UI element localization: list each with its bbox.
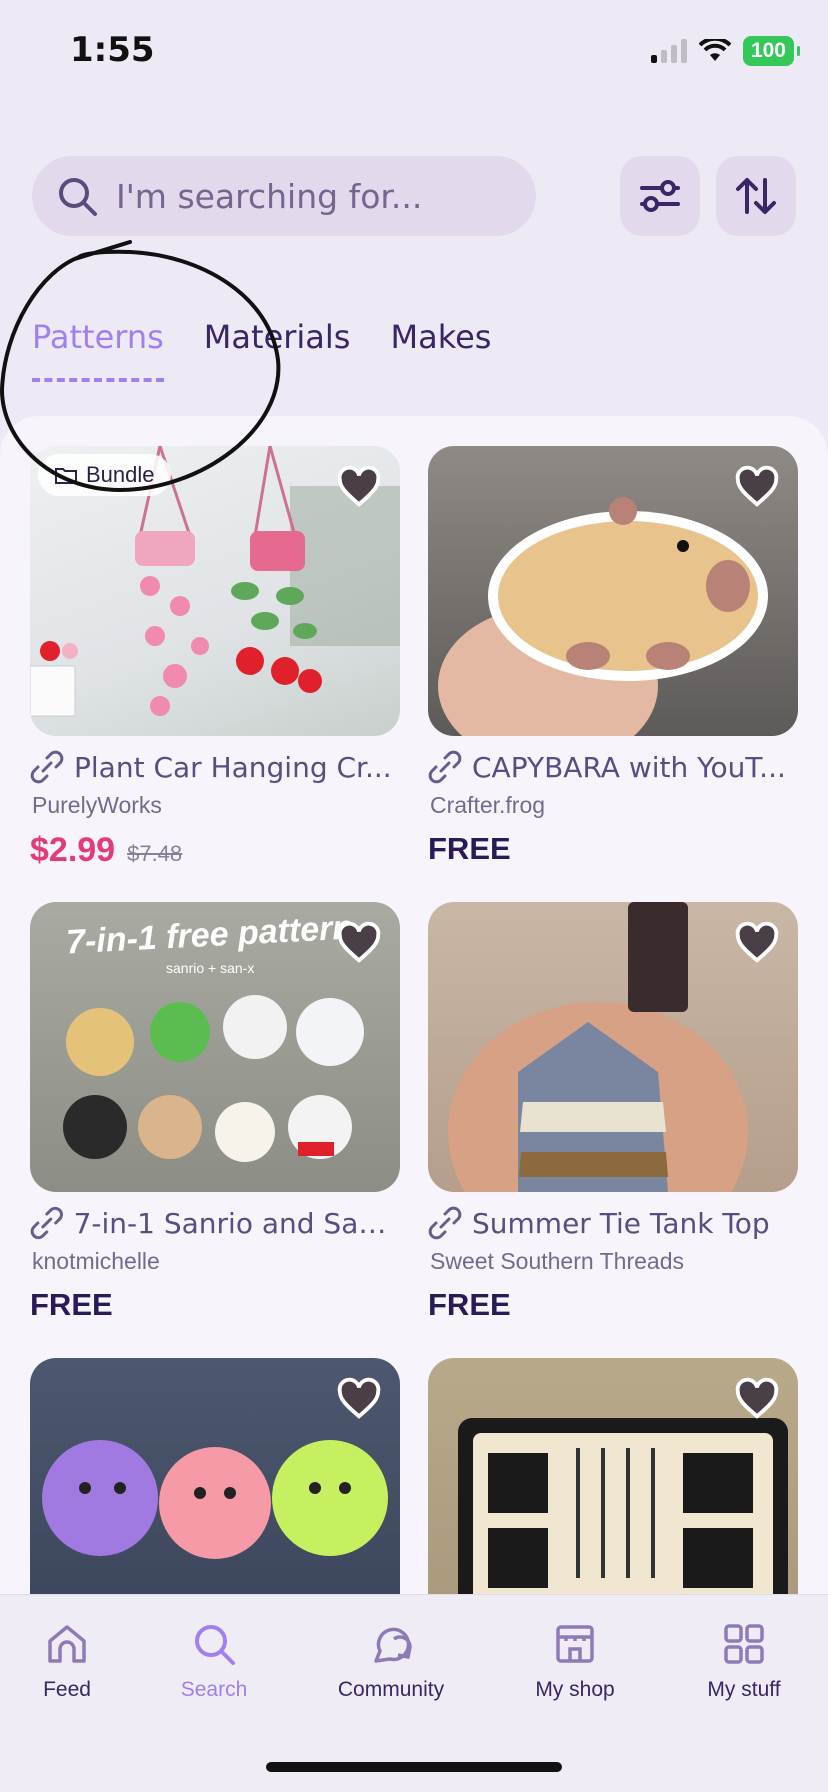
product-image: 7-in-1 free pattern sanrio + san-x: [30, 902, 400, 1192]
link-icon: [428, 750, 462, 784]
item-author[interactable]: PurelyWorks: [32, 792, 400, 819]
item-price: FREE: [30, 1287, 113, 1322]
heart-icon[interactable]: [734, 920, 780, 966]
heart-icon[interactable]: [336, 920, 382, 966]
item-author[interactable]: Crafter.frog: [430, 792, 798, 819]
product-image: [428, 1358, 798, 1594]
status-bar: 1:55 100: [0, 0, 828, 100]
item-title: 7-in-1 Sanrio and San-X: [73, 1206, 400, 1240]
signal-icon: [650, 39, 687, 63]
search-icon: [59, 178, 97, 216]
list-item[interactable]: Summer Tie Tank Top Sweet Southern Threa…: [428, 902, 798, 1323]
nav-label: Community: [337, 1678, 445, 1701]
results-grid: Bundle Plant Car Hanging Cr... PurelyWor…: [0, 416, 828, 1594]
chat-icon: [374, 1627, 412, 1663]
link-icon: [30, 750, 64, 784]
heart-icon[interactable]: [336, 464, 382, 510]
item-title: CAPYBARA with YouT...: [472, 750, 786, 784]
filter-button[interactable]: [620, 156, 700, 236]
tab-materials[interactable]: Materials: [204, 318, 351, 356]
product-image: Bundle: [30, 446, 400, 736]
home-icon: [48, 1625, 86, 1663]
item-author[interactable]: knotmichelle: [32, 1248, 400, 1275]
battery-indicator: 100: [742, 36, 801, 66]
product-image: [428, 446, 798, 736]
item-price: $2.99 $7.48: [30, 831, 400, 870]
item-title: Plant Car Hanging Cr...: [74, 750, 392, 784]
item-price: FREE: [428, 831, 511, 866]
status-time: 1:55: [70, 30, 155, 70]
grid-icon: [724, 1624, 764, 1664]
home-indicator: [266, 1762, 562, 1772]
nav-label: My stuff: [707, 1678, 781, 1701]
nav-label: My shop: [535, 1678, 615, 1701]
sort-icon: [736, 178, 776, 214]
sort-button[interactable]: [716, 156, 796, 236]
original-price: $7.48: [127, 841, 183, 866]
link-icon: [428, 1206, 462, 1240]
product-image: [428, 902, 798, 1192]
list-item[interactable]: 7-in-1 free pattern sanrio + san-x 7-in-…: [30, 902, 400, 1323]
status-icons: 100: [650, 36, 801, 66]
item-author[interactable]: Sweet Southern Threads: [430, 1248, 798, 1275]
heart-icon[interactable]: [734, 1376, 780, 1422]
nav-label: Search: [180, 1678, 248, 1701]
heart-icon[interactable]: [734, 464, 780, 510]
link-icon: [30, 1206, 63, 1240]
bundle-badge: Bundle: [38, 454, 171, 496]
tab-patterns[interactable]: Patterns: [32, 318, 164, 382]
nav-my-stuff[interactable]: My stuff: [669, 1621, 819, 1702]
sliders-icon: [640, 180, 680, 212]
search-placeholder: I'm searching for...: [116, 176, 423, 216]
search-icon: [195, 1625, 235, 1665]
sale-price: $2.99: [30, 831, 116, 869]
nav-my-shop[interactable]: My shop: [500, 1621, 650, 1702]
item-price: FREE: [428, 1287, 511, 1322]
bundle-label: Bundle: [86, 462, 155, 487]
search-input[interactable]: I'm searching for...: [32, 156, 536, 236]
nav-label: Feed: [43, 1678, 91, 1701]
item-title: Summer Tie Tank Top: [472, 1206, 770, 1240]
wifi-icon: [698, 39, 731, 61]
tab-makes[interactable]: Makes: [390, 318, 491, 356]
nav-community[interactable]: Community: [316, 1621, 466, 1702]
list-item[interactable]: Bundle Plant Car Hanging Cr... PurelyWor…: [30, 446, 400, 870]
nav-feed[interactable]: Feed: [0, 1621, 142, 1702]
tab-bar: Patterns Materials Makes: [32, 318, 491, 382]
nav-search[interactable]: Search: [139, 1621, 289, 1702]
shop-icon: [556, 1625, 594, 1663]
list-item[interactable]: [30, 1358, 400, 1594]
heart-icon[interactable]: [336, 1376, 382, 1422]
product-image: [30, 1358, 400, 1594]
list-item[interactable]: [428, 1358, 798, 1594]
image-subcaption: sanrio + san-x: [166, 960, 255, 976]
list-item[interactable]: CAPYBARA with YouT... Crafter.frog FREE: [428, 446, 798, 867]
folder-icon: [55, 468, 77, 484]
